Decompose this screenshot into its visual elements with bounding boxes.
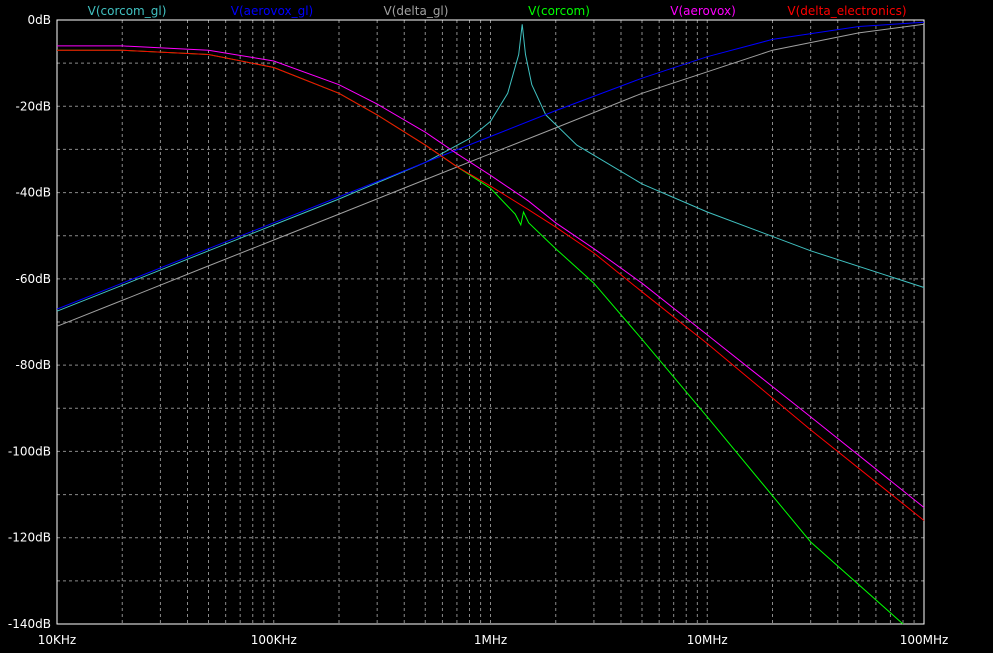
- y-tick-label: -120dB: [8, 531, 51, 545]
- y-tick-label: -40dB: [16, 186, 51, 200]
- x-axis-ticks: 10KHz 100KHz 1MHz 10MHz 100MHz: [38, 633, 949, 647]
- y-tick-label: -20dB: [16, 99, 51, 113]
- y-tick-label: 0dB: [28, 13, 51, 27]
- y-tick-label: -60dB: [16, 272, 51, 286]
- waveform-plot-window[interactable]: 0dB -20dB -40dB -60dB -80dB -100dB -120dB -140d…: [0, 0, 993, 653]
- y-axis-ticks: 0dB -20dB -40dB -60dB -80dB -100dB -120dB -140d…: [8, 13, 51, 631]
- legend-entry[interactable]: V(aerovox_gl): [231, 4, 313, 18]
- y-tick-label: -100dB: [8, 444, 51, 458]
- legend: V(corcom_gl) V(aerovox_gl) V(delta_gl) V(co…: [88, 4, 907, 18]
- x-tick-label: 100KHz: [251, 633, 297, 647]
- legend-entry[interactable]: V(aerovox): [670, 4, 736, 18]
- legend-entry[interactable]: V(corcom_gl): [88, 4, 167, 18]
- x-tick-label: 100MHz: [900, 633, 949, 647]
- legend-entry[interactable]: V(corcom): [528, 4, 590, 18]
- x-tick-label: 10KHz: [38, 633, 76, 647]
- grid: [57, 20, 924, 624]
- bode-plot: 0dB -20dB -40dB -60dB -80dB -100dB -120dB -140d…: [8, 4, 949, 647]
- series-line-v-aerovox: [57, 45, 925, 508]
- legend-entry[interactable]: V(delta_gl): [384, 4, 449, 18]
- x-tick-label: 1MHz: [474, 633, 507, 647]
- y-tick-label: -140dB: [8, 617, 51, 631]
- legend-entry[interactable]: V(delta_electronics): [787, 4, 906, 18]
- y-tick-label: -80dB: [16, 358, 51, 372]
- x-tick-label: 10MHz: [687, 633, 728, 647]
